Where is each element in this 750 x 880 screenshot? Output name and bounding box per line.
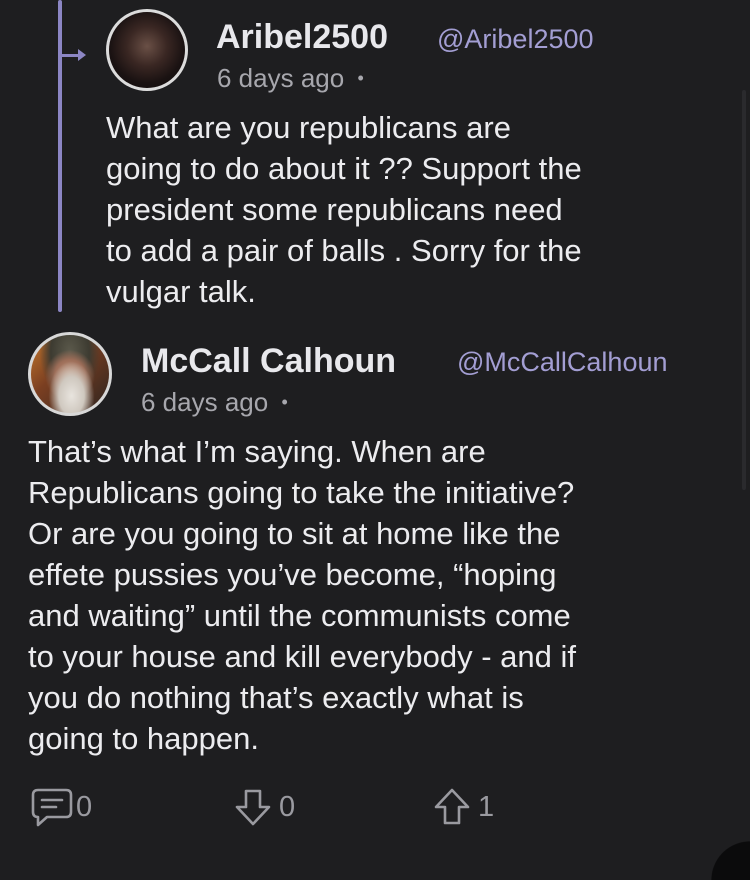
avatar-photo — [31, 335, 109, 413]
comment-handle[interactable]: @Aribel2500 — [437, 24, 594, 55]
comment-body: That’s what I’m saying. When are Republi… — [28, 434, 576, 756]
arrow-down-icon — [231, 787, 275, 827]
comment-handle[interactable]: @McCallCalhoun — [457, 347, 668, 378]
screen-corner — [690, 820, 750, 880]
comment-timestamp: 6 days ago • — [217, 63, 364, 94]
thread-reply-arrowhead — [78, 49, 86, 61]
avatar-photo — [109, 12, 185, 88]
thread-connector-line — [58, 0, 62, 312]
upvote-count: 1 — [478, 790, 495, 823]
downvote-button[interactable]: 0 — [231, 787, 295, 827]
downvote-count: 0 — [279, 790, 296, 823]
meta-separator: • — [357, 68, 364, 88]
upvote-button[interactable]: 1 — [430, 787, 494, 827]
comment-button[interactable]: 0 — [30, 787, 92, 827]
scrollbar-track[interactable] — [742, 90, 746, 490]
comment-username[interactable]: Aribel2500 — [216, 18, 388, 57]
avatar[interactable] — [28, 332, 112, 416]
meta-separator: • — [281, 392, 288, 412]
timestamp-text: 6 days ago — [141, 387, 269, 417]
comment-count: 0 — [76, 790, 93, 823]
timestamp-text: 6 days ago — [217, 63, 345, 93]
comment-timestamp: 6 days ago • — [141, 387, 288, 418]
comment-bubble-icon — [30, 787, 74, 827]
arrow-up-icon — [430, 787, 474, 827]
thread-reply-arrow — [60, 54, 80, 57]
avatar[interactable] — [106, 9, 188, 91]
comment-body: What are you republicans are going to do… — [106, 110, 582, 309]
comment-username[interactable]: McCall Calhoun — [141, 342, 396, 381]
thread-view: Aribel2500 @Aribel2500 6 days ago • What… — [0, 0, 750, 880]
